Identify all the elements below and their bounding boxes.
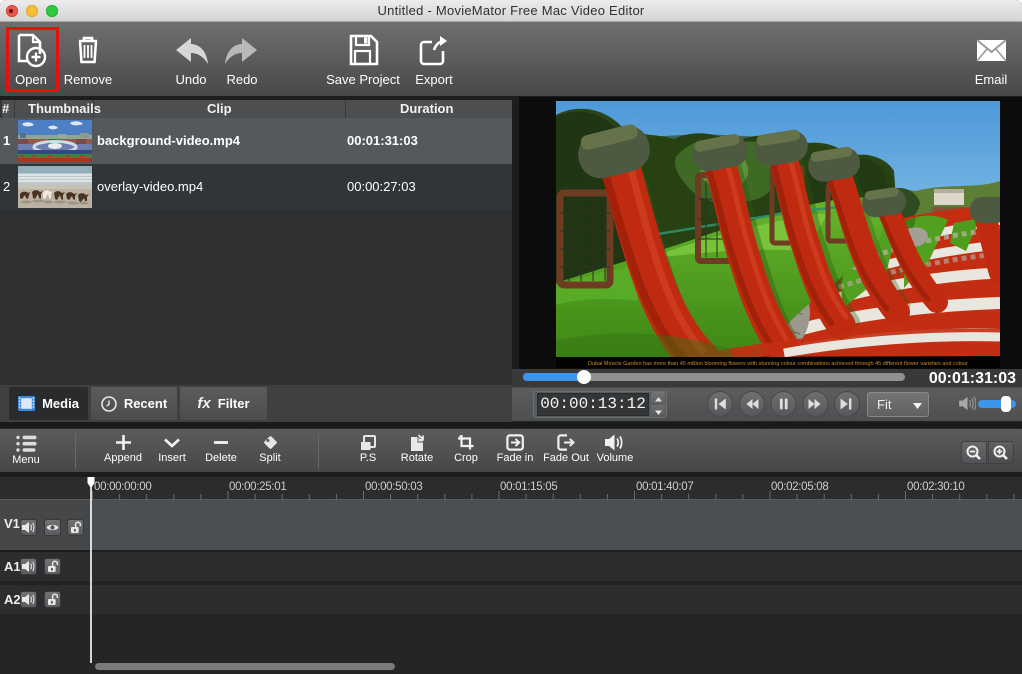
svg-text:Dubai Miracle Garden has more: Dubai Miracle Garden has more than 45 mi… [588, 361, 968, 367]
